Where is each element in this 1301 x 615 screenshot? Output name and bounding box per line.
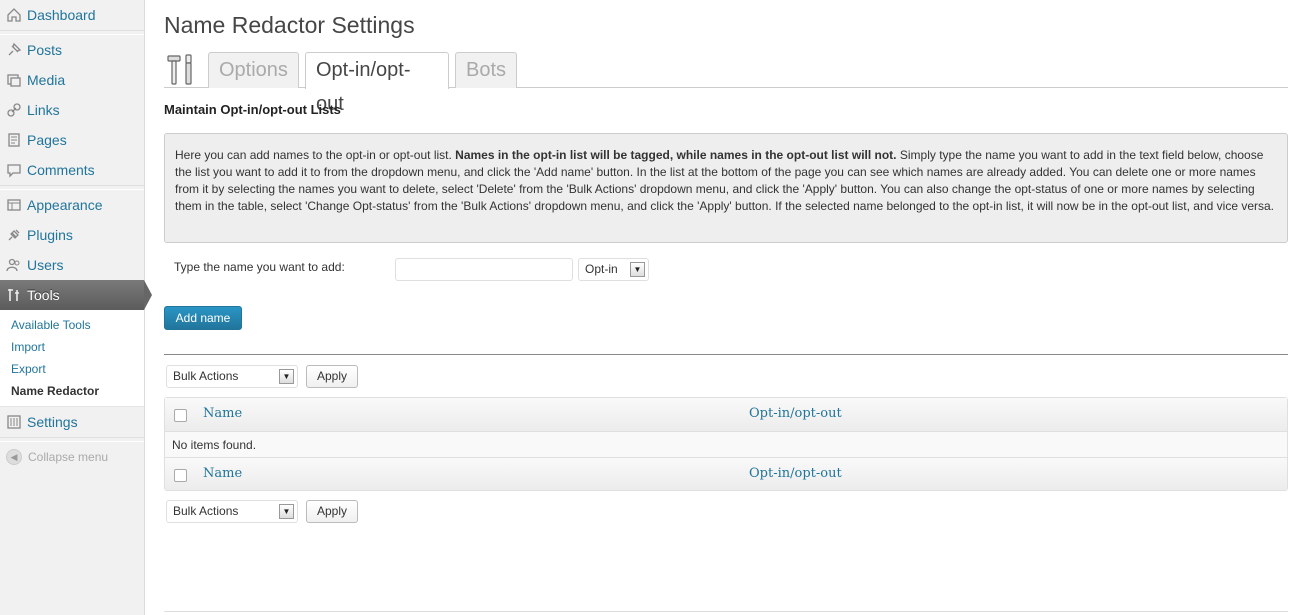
menu-media[interactable]: Media bbox=[0, 65, 144, 95]
footer-divider bbox=[164, 611, 1288, 612]
link-icon bbox=[6, 102, 22, 118]
names-table: Name Opt-in/opt-out No items found. Name… bbox=[164, 397, 1288, 491]
tab-options[interactable]: Options bbox=[208, 52, 299, 88]
media-icon bbox=[6, 72, 22, 88]
empty-message: No items found. bbox=[172, 438, 257, 452]
collapse-menu[interactable]: ◀ Collapse menu bbox=[0, 442, 144, 472]
apply-button-top[interactable]: Apply bbox=[306, 365, 358, 388]
bulk-actions-select-bottom[interactable]: Bulk Actions ▼ bbox=[166, 500, 298, 523]
menu-pages-label: Pages bbox=[27, 132, 67, 148]
menu-comments-label: Comments bbox=[27, 162, 95, 178]
menu-media-label: Media bbox=[27, 72, 66, 88]
name-input[interactable] bbox=[395, 258, 573, 281]
pin-icon bbox=[6, 42, 22, 58]
collapse-menu-label: Collapse menu bbox=[28, 450, 109, 464]
menu-links[interactable]: Links bbox=[0, 95, 144, 125]
bulk-actions-select-top[interactable]: Bulk Actions ▼ bbox=[166, 365, 298, 388]
tab-opt-in-opt-out[interactable]: Opt-in/opt-out bbox=[305, 52, 449, 115]
select-all-checkbox[interactable] bbox=[174, 409, 187, 422]
menu-links-label: Links bbox=[27, 102, 60, 118]
tab-bar: Options Opt-in/opt-out Bots bbox=[164, 52, 1288, 115]
info-box: Here you can add names to the opt-in or … bbox=[164, 133, 1288, 243]
table-footer: Name Opt-in/opt-out bbox=[165, 457, 1287, 490]
menu-settings-label: Settings bbox=[27, 414, 78, 430]
bulk-actions-label: Bulk Actions bbox=[173, 504, 239, 518]
tools-icon bbox=[164, 52, 200, 87]
add-name-button[interactable]: Add name bbox=[164, 306, 242, 330]
menu-dashboard[interactable]: Dashboard bbox=[0, 0, 144, 30]
list-select-value: Opt-in bbox=[585, 262, 618, 276]
column-name[interactable]: Name bbox=[203, 406, 242, 421]
menu-users[interactable]: Users bbox=[0, 250, 144, 280]
chevron-down-icon: ▼ bbox=[279, 369, 294, 384]
appearance-icon bbox=[6, 197, 22, 213]
bulk-actions-label: Bulk Actions bbox=[173, 369, 239, 383]
chevron-down-icon: ▼ bbox=[279, 504, 294, 519]
menu-users-label: Users bbox=[27, 257, 64, 273]
column-opt-status[interactable]: Opt-in/opt-out bbox=[749, 466, 842, 481]
section-heading: Maintain Opt-in/opt-out Lists bbox=[164, 102, 341, 117]
submenu-available-tools[interactable]: Available Tools bbox=[0, 314, 144, 336]
menu-tools[interactable]: Tools bbox=[0, 280, 152, 310]
dashboard-icon bbox=[6, 7, 22, 23]
menu-appearance-label: Appearance bbox=[27, 197, 103, 213]
menu-comments[interactable]: Comments bbox=[0, 155, 144, 185]
submenu-import[interactable]: Import bbox=[0, 336, 144, 358]
column-name[interactable]: Name bbox=[203, 466, 242, 481]
divider bbox=[164, 354, 1288, 355]
comment-icon bbox=[6, 162, 22, 178]
menu-appearance[interactable]: Appearance bbox=[0, 190, 144, 220]
main-content: Name Redactor Settings Options Opt-in/op… bbox=[164, 0, 1288, 615]
submenu-name-redactor[interactable]: Name Redactor bbox=[0, 380, 144, 402]
menu-posts[interactable]: Posts bbox=[0, 35, 144, 65]
tools-submenu: Available Tools Import Export Name Redac… bbox=[0, 310, 144, 407]
info-bold: Names in the opt-in list will be tagged,… bbox=[455, 148, 897, 162]
add-name-label: Type the name you want to add: bbox=[174, 260, 345, 274]
page-icon bbox=[6, 132, 22, 148]
list-select[interactable]: Opt-in ▼ bbox=[578, 258, 649, 281]
users-icon bbox=[6, 257, 22, 273]
plugin-icon bbox=[6, 227, 22, 243]
apply-button-bottom[interactable]: Apply bbox=[306, 500, 358, 523]
menu-pages[interactable]: Pages bbox=[0, 125, 144, 155]
info-intro: Here you can add names to the opt-in or … bbox=[175, 148, 456, 162]
tab-bots[interactable]: Bots bbox=[455, 52, 517, 88]
menu-plugins[interactable]: Plugins bbox=[0, 220, 144, 250]
menu-plugins-label: Plugins bbox=[27, 227, 73, 243]
menu-settings[interactable]: Settings bbox=[0, 407, 144, 437]
column-opt-status[interactable]: Opt-in/opt-out bbox=[749, 406, 842, 421]
admin-sidebar: Dashboard Posts Media Links Pages Commen… bbox=[0, 0, 152, 615]
chevron-down-icon: ▼ bbox=[630, 262, 645, 277]
menu-tools-label: Tools bbox=[27, 287, 60, 303]
select-all-checkbox[interactable] bbox=[174, 469, 187, 482]
page-title: Name Redactor Settings bbox=[164, 12, 415, 38]
table-header: Name Opt-in/opt-out bbox=[165, 398, 1287, 432]
settings-icon bbox=[6, 414, 22, 430]
menu-posts-label: Posts bbox=[27, 42, 63, 58]
submenu-export[interactable]: Export bbox=[0, 358, 144, 380]
tools-icon bbox=[6, 287, 22, 303]
menu-dashboard-label: Dashboard bbox=[27, 7, 96, 23]
collapse-arrow-icon: ◀ bbox=[6, 449, 22, 465]
